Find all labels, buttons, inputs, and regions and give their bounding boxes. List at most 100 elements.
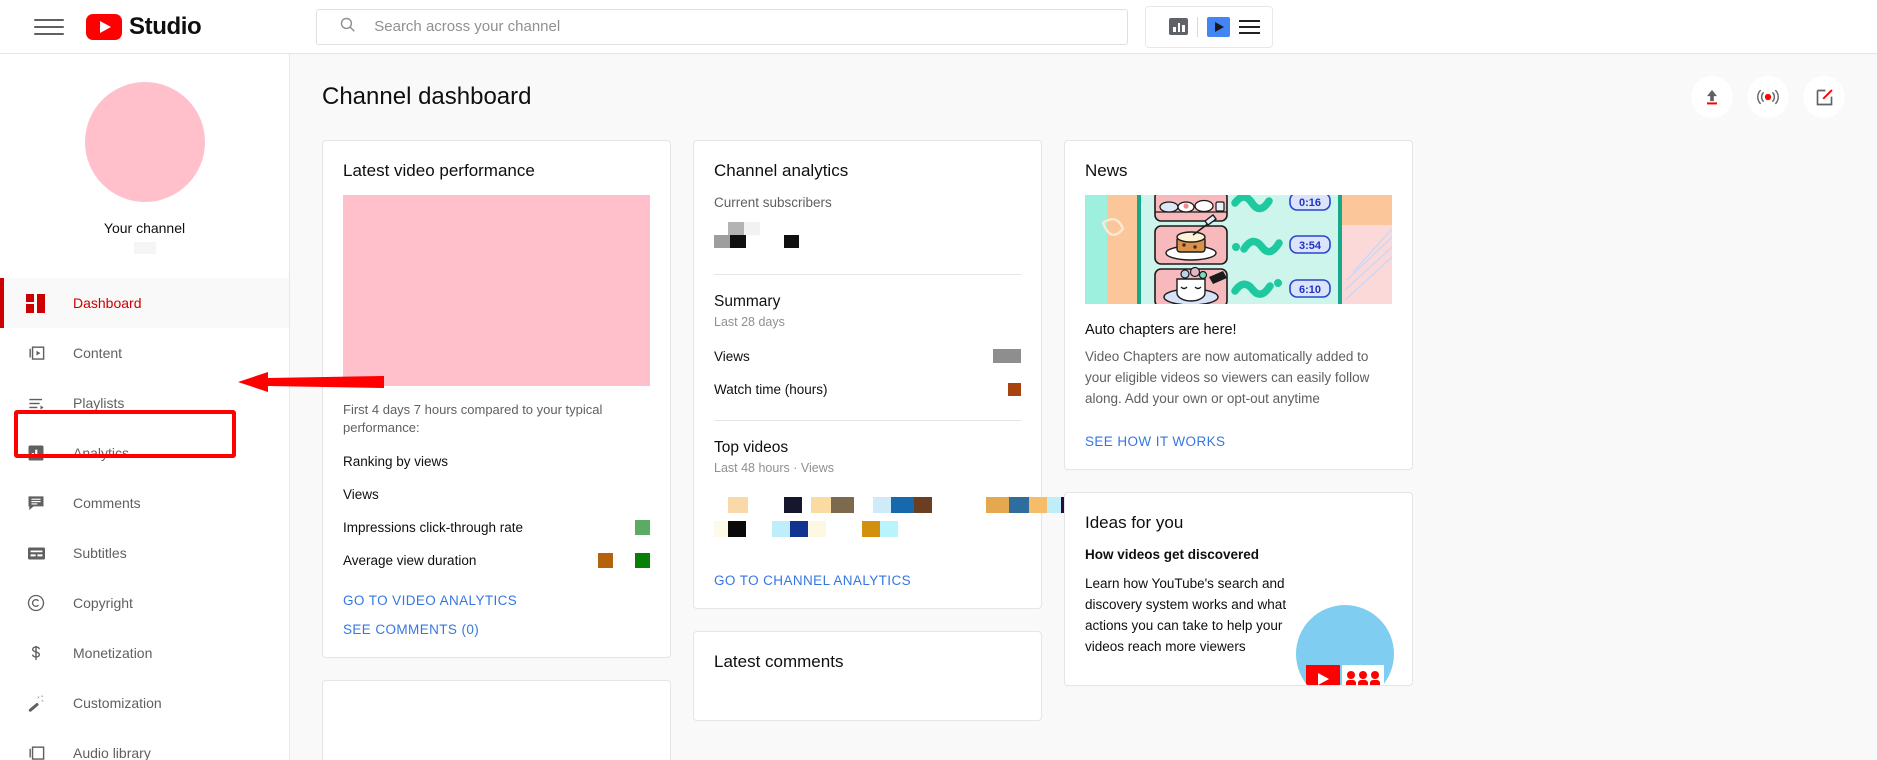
card-title: Latest comments [714, 652, 844, 671]
top-videos-period: Last 48 hours · Views [714, 461, 834, 475]
see-comments-link[interactable]: SEE COMMENTS (0) [343, 622, 650, 637]
divider [714, 420, 1021, 421]
card-title: News [1085, 161, 1128, 180]
upload-video-button[interactable] [1691, 76, 1733, 118]
summary-value-redacted [1008, 382, 1021, 396]
top-videos-redacted-rows [714, 497, 1073, 549]
sidebar-item-label: Customization [73, 695, 162, 711]
card-title: Channel analytics [714, 161, 849, 180]
magic-wand-icon: × × × [26, 693, 60, 713]
performance-note: First 4 days 7 hours compared to your ty… [343, 402, 603, 436]
sidebar-item-label: Copyright [73, 595, 133, 611]
sidebar-item-label: Audio library [73, 745, 151, 760]
metric-label: Average view duration [343, 552, 477, 568]
metric-swatch [635, 519, 650, 535]
sidebar-item-content[interactable]: Content [0, 328, 289, 378]
summary-row: Watch time (hours) [714, 380, 1021, 398]
column-right: News 0:16 3:54 6:10 Auto chapters are he… [1064, 140, 1413, 687]
toolbar-divider [1197, 16, 1199, 37]
hamburger-icon[interactable] [34, 16, 64, 38]
sidebar-item-audio-library[interactable]: Audio library [0, 728, 289, 760]
metric-label: Views [343, 486, 379, 502]
sidebar-item-playlists[interactable]: Playlists [0, 378, 289, 428]
metric-label: Impressions click-through rate [343, 519, 524, 535]
bar-chart-icon[interactable] [1169, 18, 1189, 35]
studio-logo[interactable]: Studio [86, 12, 202, 41]
summary-row: Views [714, 347, 1021, 365]
header-actions [1691, 76, 1845, 118]
go-to-channel-analytics-link[interactable]: GO TO CHANNEL ANALYTICS [714, 573, 1021, 588]
page-title: Channel dashboard [322, 83, 532, 110]
discovery-illustration [1296, 605, 1394, 686]
list-lines-icon[interactable] [1239, 19, 1261, 34]
see-how-it-works-link[interactable]: SEE HOW IT WORKS [1085, 434, 1392, 449]
sidebar-item-label: Dashboard [73, 295, 142, 311]
viewer-toolbar [1145, 5, 1274, 48]
summary-label: Views [714, 348, 750, 364]
metric-swatches [598, 552, 650, 568]
subtitles-icon [26, 545, 60, 562]
video-play-icon[interactable] [1207, 16, 1231, 37]
subscriber-count-placeholder [133, 242, 156, 254]
metric-row: Ranking by views [343, 452, 650, 470]
comment-bubble-icon [26, 493, 60, 513]
sidebar-item-subtitles[interactable]: Subtitles [0, 528, 289, 578]
svg-text:6:10: 6:10 [1299, 284, 1321, 296]
svg-text:0:16: 0:16 [1299, 197, 1321, 209]
metric-swatch [598, 552, 613, 568]
go-live-button[interactable] [1747, 76, 1789, 118]
search-bar[interactable] [316, 8, 1129, 45]
page-header: Channel dashboard [290, 54, 1877, 118]
divider [714, 274, 1021, 275]
sidebar: Your channel Dashboard Content Playlists… [0, 54, 290, 760]
metric-row: Views [343, 485, 650, 503]
playlist-icon [26, 394, 60, 413]
youtube-play-icon [86, 13, 122, 40]
summary-period: Last 28 days [714, 315, 785, 329]
sidebar-item-dashboard[interactable]: Dashboard [0, 278, 289, 328]
svg-text:3:54: 3:54 [1299, 240, 1322, 252]
main-content: Channel dashboard Latest video performan… [290, 54, 1877, 760]
create-post-button[interactable] [1803, 76, 1845, 118]
summary-label: Watch time (hours) [714, 381, 828, 397]
copyright-icon [26, 593, 60, 613]
metric-swatches [635, 519, 650, 535]
column-left: Latest video performance First 4 days 7 … [322, 140, 671, 760]
brand-label: Studio [129, 12, 202, 40]
secondary-card-partial [322, 680, 671, 760]
avatar[interactable] [84, 82, 205, 202]
sidebar-item-comments[interactable]: Comments [0, 478, 289, 528]
metric-row: Impressions click-through rate [343, 518, 650, 536]
metric-swatch [635, 552, 650, 568]
youtube-studio-dashboard: Studio Your channel [0, 0, 1877, 760]
metric-label: Ranking by views [343, 453, 449, 469]
top-videos-title: Top videos [714, 439, 789, 456]
channel-name: Your channel [103, 220, 186, 236]
subscriber-count-blocks [714, 222, 1021, 252]
go-to-video-analytics-link[interactable]: GO TO VIDEO ANALYTICS [343, 593, 650, 608]
search-input[interactable] [374, 18, 1128, 35]
latest-video-performance-card: Latest video performance First 4 days 7 … [322, 140, 671, 659]
summary-value-redacted [993, 349, 1021, 363]
sidebar-item-label: Monetization [73, 645, 153, 661]
video-library-icon [26, 344, 60, 363]
sidebar-item-monetization[interactable]: Monetization [0, 628, 289, 678]
dashboard-grid-icon [26, 293, 60, 313]
sidebar-item-label: Content [73, 345, 123, 361]
search-icon [339, 16, 356, 38]
ideas-for-you-card: Ideas for you How videos get discovered … [1064, 491, 1413, 687]
sidebar-item-customization[interactable]: × × × Customization [0, 678, 289, 728]
sidebar-nav: Dashboard Content Playlists Analytics Co… [0, 278, 289, 760]
news-thumbnail[interactable]: 0:16 3:54 6:10 [1085, 195, 1392, 304]
channel-analytics-card: Channel analytics Current subscribers Su… [693, 140, 1073, 609]
sidebar-item-label: Subtitles [73, 545, 127, 561]
sidebar-item-copyright[interactable]: Copyright [0, 578, 289, 628]
sidebar-item-label: Analytics [73, 445, 130, 461]
news-body: Video Chapters are now automatically add… [1085, 349, 1370, 406]
metric-row: Average view duration [343, 551, 650, 569]
idea-title: How videos get discovered [1085, 546, 1260, 562]
svg-text:×: × [37, 695, 40, 700]
latest-comments-card: Latest comments [693, 631, 1042, 721]
sidebar-item-analytics[interactable]: Analytics [0, 428, 289, 478]
video-thumbnail[interactable] [343, 195, 650, 386]
